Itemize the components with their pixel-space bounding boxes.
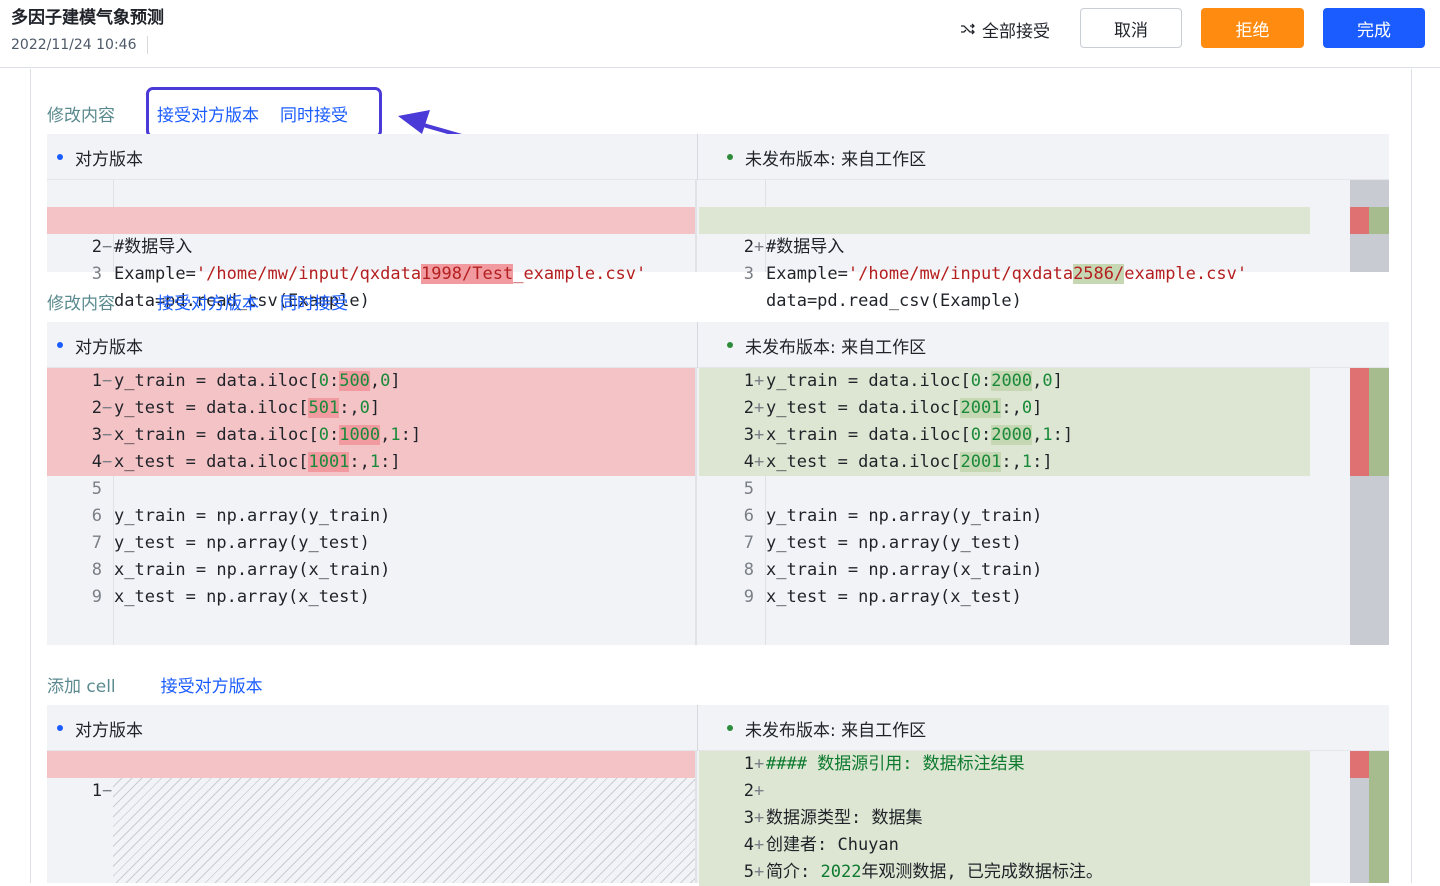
code-line: 8 x_train = np.array(x_train) <box>743 560 1043 580</box>
section-1-header: 对方版本 未发布版本: 来自工作区 <box>47 134 1389 180</box>
accept-all-button[interactable]: 全部接受 <box>960 18 1050 42</box>
code-line: 8 x_train = np.array(x_train) <box>91 560 391 580</box>
accept-theirs-link-3[interactable]: 接受对方版本 <box>161 672 263 697</box>
code-line: 5 <box>743 479 754 499</box>
section-3-header: 对方版本 未发布版本: 来自工作区 <box>47 705 1389 751</box>
code-line-added: 4 + x_test = data.iloc[2001:,1:] <box>699 449 1310 476</box>
top-header: 多因子建模气象预测 2022/11/24 10:46 全部接受 取消 拒绝 完成 <box>0 0 1440 68</box>
empty-placeholder <box>113 778 695 883</box>
document-date: 2022/11/24 10:46 <box>11 36 148 54</box>
code-line-added: 3 + x_train = data.iloc[0:2000,1:] <box>699 422 1310 449</box>
done-button[interactable]: 完成 <box>1323 8 1425 48</box>
code-line-deleted: 3− x_train = data.iloc[0:1000,1:] <box>47 422 695 449</box>
workspace-version-title: 未发布版本: 来自工作区 <box>727 134 926 180</box>
accept-theirs-link-2[interactable]: 接受对方版本 <box>157 289 259 314</box>
section-1-right-pane: 1 #数据导入 2+ Example='/home/mw/input/qxdat… <box>699 180 1349 311</box>
code-line-added: 5 + 简介: 2022年观测数据, 已完成数据标注。 <box>699 859 1310 886</box>
code-line-added: 2 + <box>699 778 1310 805</box>
section-3-right-pane: 1 + #### 数据源引用: 数据标注结果 2 +3 + 数据源类型: 数据集 4 + 创建者:… <box>699 751 1349 886</box>
section-1-code: 1 #数据导入 2− Example='/home/mw/input/qxdat… <box>47 180 1389 311</box>
section-2-minimap[interactable] <box>1350 368 1389 645</box>
code-line-added: 2 + y_test = data.iloc[2001:,0] <box>699 395 1310 422</box>
code-line: 7 y_test = np.array(y_test) <box>91 533 370 553</box>
shuffle-icon <box>961 23 975 35</box>
their-version-title: 对方版本 <box>57 705 143 751</box>
code-line: 9 x_test = np.array(x_test) <box>743 587 1022 607</box>
cancel-button[interactable]: 取消 <box>1080 8 1182 48</box>
code-line: 6 y_train = np.array(y_train) <box>91 506 391 526</box>
section-3-kind: 添加 cell <box>47 676 116 697</box>
accept-all-label: 全部接受 <box>982 21 1050 42</box>
section-2-right-pane: 1 + y_train = data.iloc[0:2000,0] 2 + y_test … <box>699 368 1349 645</box>
workspace-version-title: 未发布版本: 来自工作区 <box>727 322 926 368</box>
section-2-kind: 修改内容 <box>47 293 115 314</box>
section-2-left-pane: 1− y_train = data.iloc[0:500,0] 2− y_test =… <box>47 368 697 645</box>
code-line-added: 3 + 数据源类型: 数据集 <box>699 805 1310 832</box>
section-3-code: 1− 1 + #### 数据源引用: 数据标注结果 2 +3 + 数据源类型: 数据集 4 + 创… <box>47 751 1389 886</box>
document-title: 多因子建模气象预测 <box>11 8 164 28</box>
code-line: 1 #数据导入 <box>744 210 845 257</box>
their-version-title: 对方版本 <box>57 322 143 368</box>
code-line-deleted: 1− <box>47 751 695 801</box>
code-line-added: 4 + 创建者: Chuyan <box>699 832 1310 859</box>
code-line: 3 data=pd.read_csv(Example) <box>743 264 1022 311</box>
section-2-bar: 修改内容 接受对方版本 同时接受 <box>47 289 348 314</box>
code-line-deleted: 2− y_test = data.iloc[501:,0] <box>47 395 695 422</box>
section-2-header: 对方版本 未发布版本: 来自工作区 <box>47 322 1389 368</box>
code-line: 1 #数据导入 <box>92 210 193 257</box>
code-line: 5 <box>91 479 102 499</box>
annotation-highlight-box <box>146 87 382 138</box>
code-line: 6 y_train = np.array(y_train) <box>743 506 1043 526</box>
code-line: 9 x_test = np.array(x_test) <box>91 587 370 607</box>
code-line: 7 y_test = np.array(y_test) <box>743 533 1022 553</box>
accept-both-link-2[interactable]: 同时接受 <box>280 289 348 314</box>
section-1-kind: 修改内容 <box>47 105 115 126</box>
reject-button[interactable]: 拒绝 <box>1201 8 1304 48</box>
code-line-deleted: 1− y_train = data.iloc[0:500,0] <box>47 368 695 395</box>
section-1-minimap[interactable] <box>1350 180 1389 272</box>
section-3-bar: 添加 cell 接受对方版本 <box>47 672 263 697</box>
code-line-added: 2 + Example='/home/mw/input/qxdata2586/ex… <box>699 207 1310 284</box>
code-line-added: 1 + y_train = data.iloc[0:2000,0] <box>699 368 1310 395</box>
code-line-deleted: 2− Example='/home/mw/input/qxdata1998/Te… <box>47 207 695 284</box>
code-line-added: 1 + #### 数据源引用: 数据标注结果 <box>699 751 1310 778</box>
their-version-title: 对方版本 <box>57 134 143 180</box>
section-3-minimap[interactable] <box>1350 751 1389 883</box>
workspace-version-title: 未发布版本: 来自工作区 <box>727 705 926 751</box>
section-3-left-pane: 1− <box>47 751 697 883</box>
code-line: 3 data=pd.read_csv(Example) <box>91 264 370 311</box>
section-2-code: 1− y_train = data.iloc[0:500,0] 2− y_test =… <box>47 368 1389 645</box>
section-1-left-pane: 1 #数据导入 2− Example='/home/mw/input/qxdat… <box>47 180 697 311</box>
code-line-deleted: 4− x_test = data.iloc[1001:,1:] <box>47 449 695 476</box>
